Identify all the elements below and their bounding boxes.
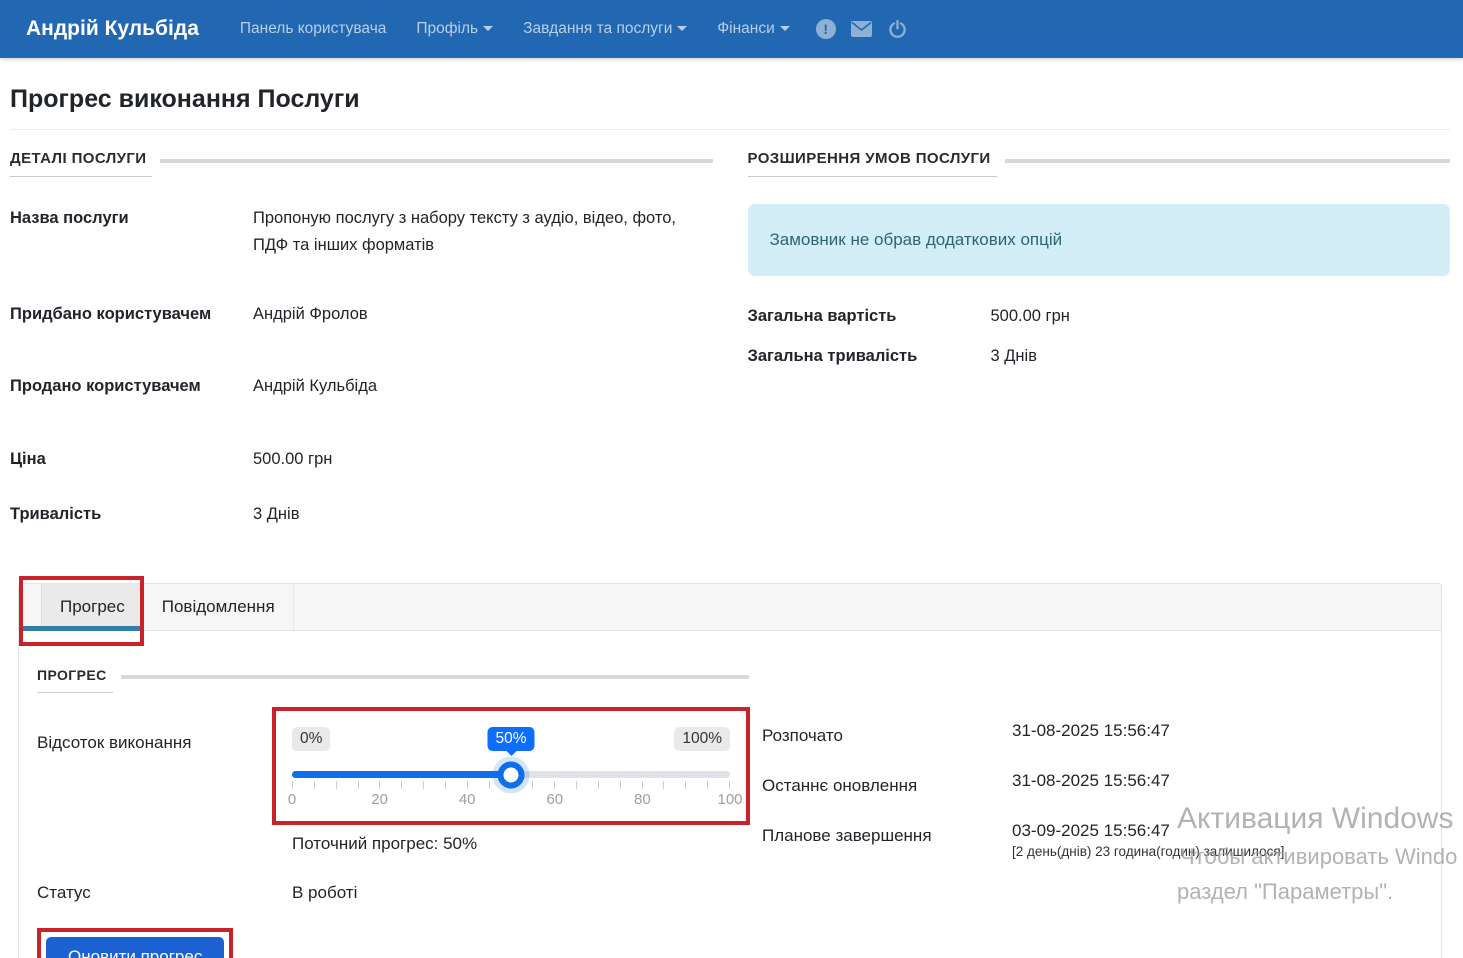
- no-options-alert: Замовник не обрав додаткових опцій: [747, 204, 1450, 276]
- detail-row-buyer: Придбано користувачем Андрій Фролов: [10, 305, 368, 324]
- planned-finish-value: 03-09-2025 15:56:47: [1012, 821, 1170, 841]
- progress-left-column: ПРОГРЕС Відсоток виконання 0% 50% 100% 0…: [37, 655, 752, 958]
- service-extensions-heading: РОЗШИРЕННЯ УМОВ ПОСЛУГИ: [747, 150, 1450, 177]
- progress-card: Прогрес Повідомлення ПРОГРЕС Відсоток ви…: [18, 576, 1442, 958]
- slider-handle[interactable]: [497, 761, 525, 789]
- nav-item-finances[interactable]: Фінанси: [706, 12, 800, 46]
- ext-row-total-duration: Загальна тривалість 3 Днів: [747, 347, 1037, 366]
- tab-bar: Прогрес Повідомлення: [18, 576, 1442, 647]
- service-details-heading: ДЕТАЛІ ПОСЛУГИ: [10, 150, 713, 177]
- page-title: Прогрес виконання Послуги: [10, 85, 360, 113]
- slider-track[interactable]: [292, 761, 730, 789]
- power-icon[interactable]: [887, 18, 909, 40]
- slider-min-label: 0%: [292, 727, 331, 752]
- status-value: В роботі: [292, 883, 358, 903]
- envelope-icon[interactable]: [851, 18, 873, 40]
- chevron-down-icon: [483, 26, 494, 32]
- chevron-down-icon: [779, 26, 790, 32]
- detail-row-seller: Продано користувачем Андрій Кульбіда: [10, 376, 378, 395]
- time-remaining-note: [2 день(днів) 23 година(годин) залишилос…: [1012, 844, 1285, 860]
- title-divider: [10, 129, 1450, 130]
- ext-row-total-cost: Загальна вартість 500.00 грн: [747, 307, 1070, 325]
- service-details-section: ДЕТАЛІ ПОСЛУГИ Назва послуги Пропоную по…: [10, 150, 713, 528]
- annotation-box-slider: 0% 50% 100% 0 20 40 60 80 100: [272, 707, 750, 826]
- slider-value-tooltip: 50%: [487, 727, 535, 752]
- slider-max-label: 100%: [674, 727, 730, 752]
- brand-user-name[interactable]: Андрій Кульбіда: [26, 17, 199, 41]
- navbar: Андрій Кульбіда Панель користувача Профі…: [0, 0, 1463, 58]
- timeline-row-started: Розпочато 31-08-2025 15:56:47: [762, 721, 1170, 746]
- timeline-row-last-update: Останнє оновлення 31-08-2025 15:56:47: [762, 771, 1170, 796]
- tab-progress[interactable]: Прогрес: [19, 584, 144, 632]
- detail-row-price: Ціна 500.00 грн: [10, 449, 333, 468]
- progress-heading: ПРОГРЕС: [37, 667, 749, 694]
- annotation-box-button: Оновити прогрес: [37, 928, 234, 958]
- detail-row-service-name: Назва послуги Пропоную послугу з набору …: [10, 209, 676, 255]
- progress-slider[interactable]: 0% 50% 100% 0 20 40 60 80 100: [287, 727, 743, 811]
- percent-row: Відсоток виконання 0% 50% 100% 0 20 40 6…: [37, 693, 752, 826]
- progress-timeline: Розпочато 31-08-2025 15:56:47 Останнє он…: [762, 721, 1423, 958]
- detail-row-duration: Тривалість 3 Днів: [10, 505, 300, 524]
- nav-item-dashboard[interactable]: Панель користувача: [229, 12, 398, 46]
- main-content: Прогрес виконання Послуги ДЕТАЛІ ПОСЛУГИ…: [0, 85, 1463, 958]
- navbar-icons: !: [815, 18, 909, 40]
- status-row: Статус В роботі: [37, 883, 752, 903]
- update-progress-button[interactable]: Оновити прогрес: [46, 937, 225, 958]
- nav-item-profile[interactable]: Профіль: [405, 12, 504, 46]
- current-progress-row: Поточний прогрес: 50%: [37, 825, 752, 854]
- nav-item-tasks-services[interactable]: Завдання та послуги: [512, 12, 698, 46]
- alert-circle-icon[interactable]: !: [815, 18, 837, 40]
- timeline-row-planned-finish: Планове завершення 03-09-2025 15:56:47 […: [762, 821, 1423, 859]
- chevron-down-icon: [677, 26, 688, 32]
- slider-tick-labels: 0 20 40 60 80 100: [287, 791, 743, 809]
- service-extensions-section: РОЗШИРЕННЯ УМОВ ПОСЛУГИ Замовник не обра…: [747, 150, 1450, 528]
- tab-messages[interactable]: Повідомлення: [144, 584, 294, 631]
- current-progress-text: Поточний прогрес: 50%: [292, 834, 478, 854]
